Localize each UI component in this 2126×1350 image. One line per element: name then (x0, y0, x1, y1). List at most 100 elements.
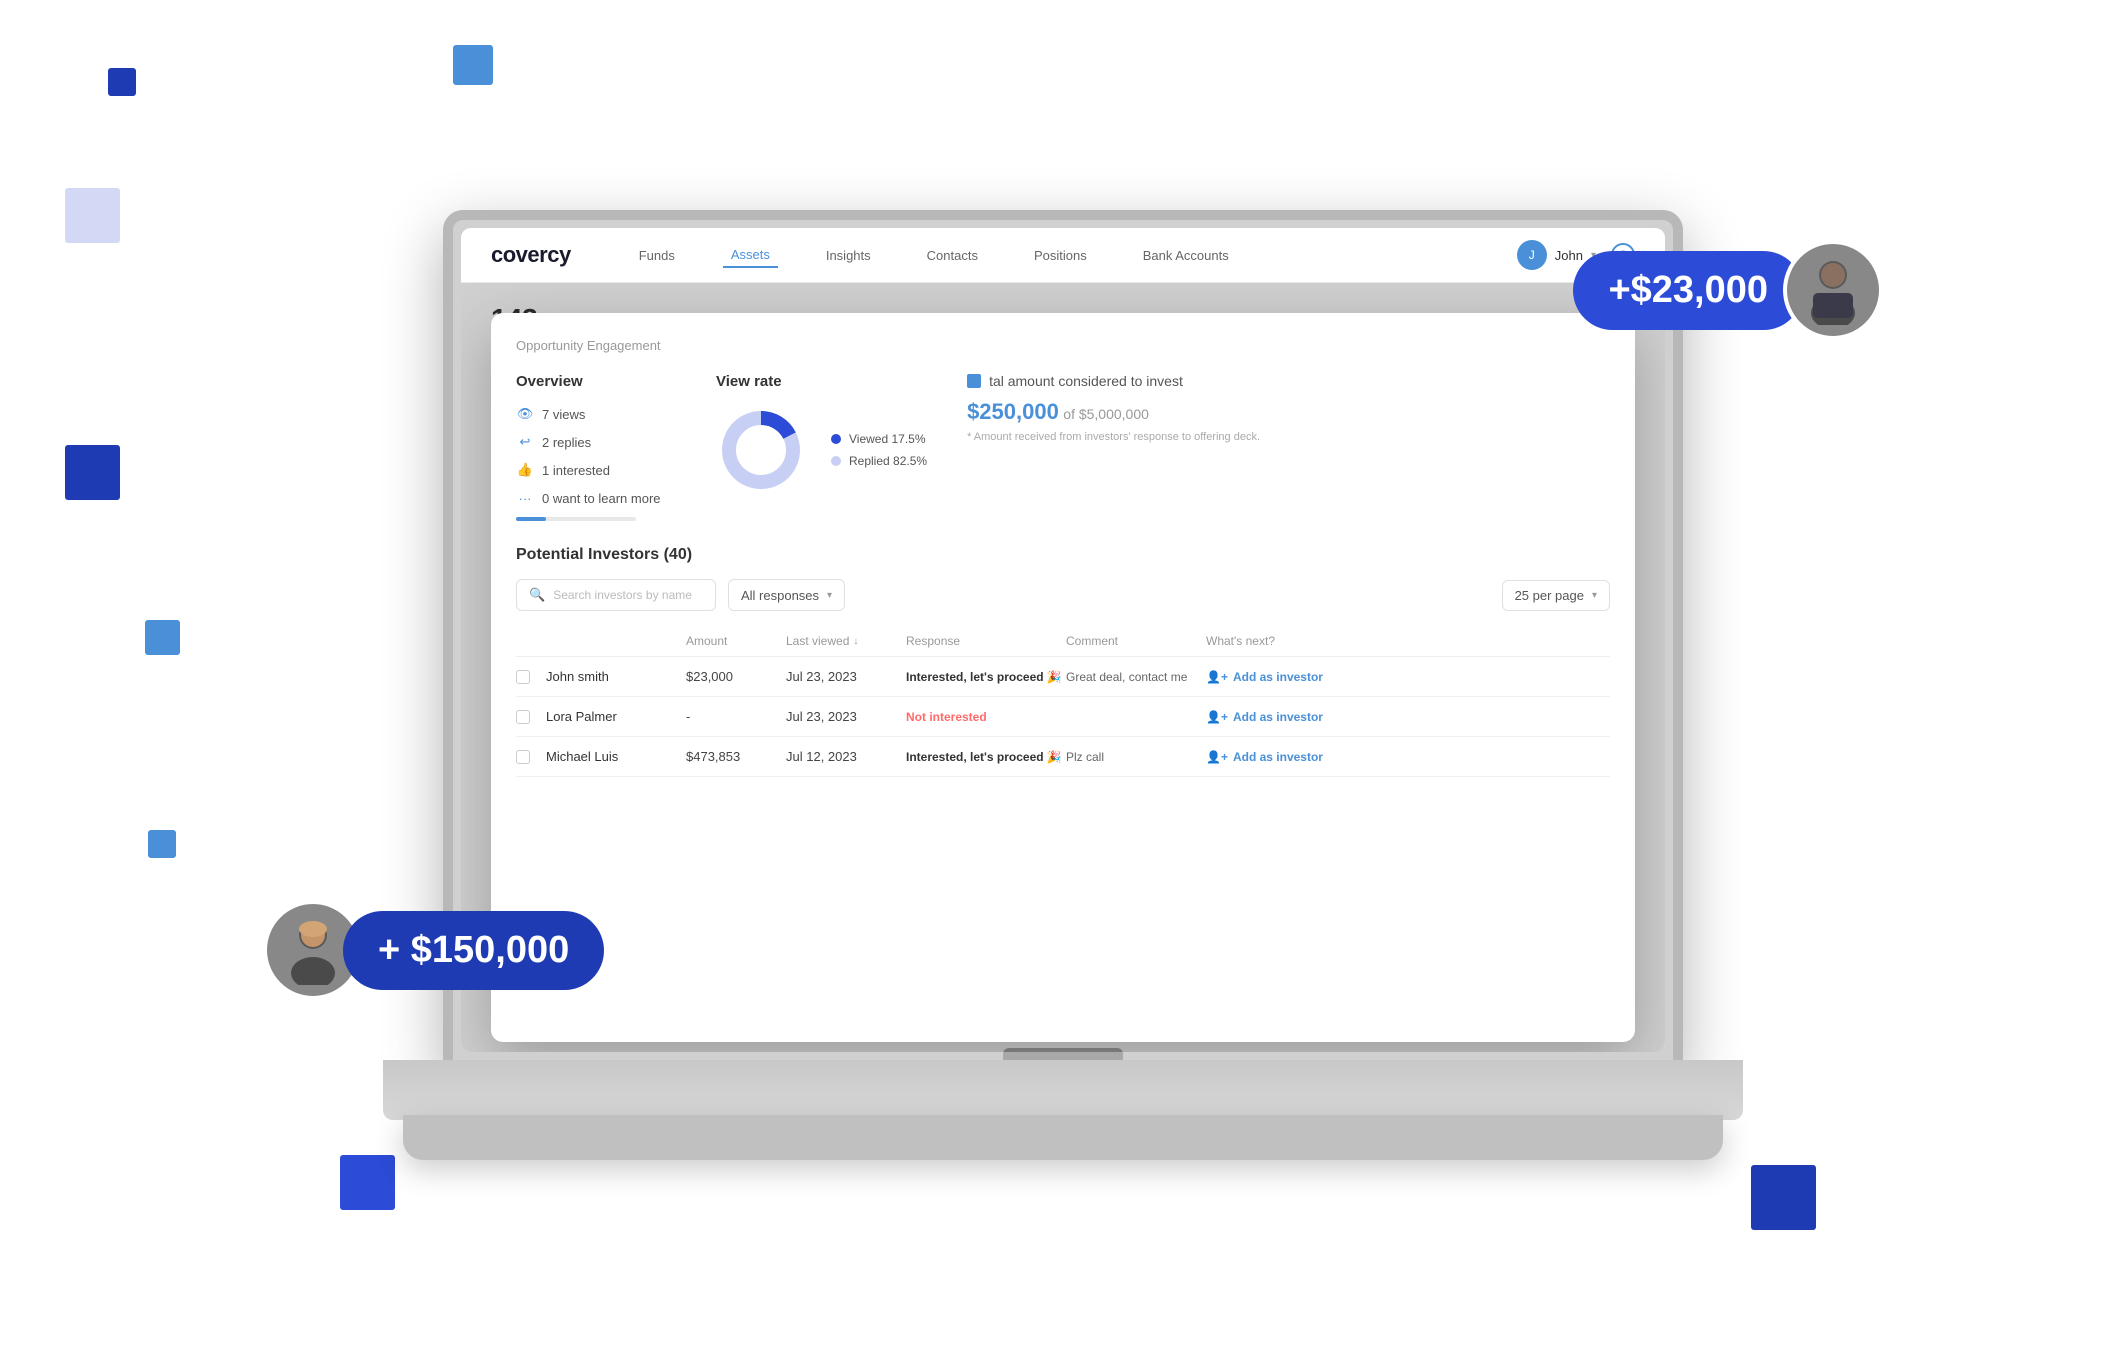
filter-dropdown[interactable]: All responses ▾ (728, 579, 845, 611)
overview-item-views: 👁 7 views (516, 405, 676, 423)
deco-square-3 (65, 188, 120, 243)
table-row: Lora Palmer - Jul 23, 2023 Not intereste… (516, 697, 1610, 737)
progress-bar-container (516, 517, 676, 521)
modal-title: Opportunity Engagement (516, 338, 1610, 353)
overview-interested-label: 1 interested (542, 463, 610, 478)
nav-link-funds[interactable]: Funds (631, 244, 683, 267)
row1-name: John smith (546, 669, 686, 684)
overview-learn-label: 0 want to learn more (542, 491, 661, 506)
col-amount: Amount (686, 634, 786, 648)
col-checkbox (516, 634, 546, 648)
per-page-chevron-icon: ▾ (1592, 590, 1597, 601)
row1-add-label: Add as investor (1233, 670, 1323, 684)
donut-chart (716, 405, 806, 495)
reply-icon: ↩ (516, 433, 534, 451)
row1-add-investor[interactable]: 👤+ Add as investor (1206, 670, 1366, 684)
nav-bar: covercy Funds Assets Insights Contacts P… (461, 228, 1665, 283)
table-row: Michael Luis $473,853 Jul 12, 2023 Inter… (516, 737, 1610, 777)
nav-link-assets[interactable]: Assets (723, 243, 778, 268)
engagement-modal: Opportunity Engagement Overview 👁 7 view… (491, 313, 1635, 1042)
laptop-foot (403, 1115, 1723, 1160)
eye-icon: 👁 (516, 405, 534, 423)
badge-right-pill: +$23,000 (1573, 251, 1803, 330)
legend-dot-viewed (831, 434, 841, 444)
overview-views-label: 7 views (542, 407, 585, 422)
per-page-label: 25 per page (1515, 588, 1584, 603)
progress-bar (516, 517, 636, 521)
total-title: tal amount considered to invest (967, 373, 1610, 389)
overview-item-learn: ··· 0 want to learn more (516, 489, 676, 507)
col-response: Response (906, 634, 1066, 648)
filter-label: All responses (741, 588, 819, 603)
row1-response: Interested, let's proceed 🎉 (906, 670, 1066, 684)
badge-left: + $150,000 (263, 900, 604, 1000)
laptop-body: covercy Funds Assets Insights Contacts P… (443, 210, 1683, 1070)
total-amount-value: $250,000 (967, 399, 1059, 424)
row2-name: Lora Palmer (546, 709, 686, 724)
nav-links: Funds Assets Insights Contacts Positions… (631, 243, 1517, 268)
overview-title: Overview (516, 373, 676, 390)
legend-viewed-label: Viewed 17.5% (849, 432, 926, 446)
add-icon: 👤+ (1206, 750, 1228, 764)
search-box[interactable]: 🔍 Search investors by name (516, 579, 716, 611)
total-icon-square (967, 374, 981, 388)
legend-replied: Replied 82.5% (831, 454, 927, 468)
nav-logo: covercy (491, 242, 571, 268)
donut-legend: Viewed 17.5% Replied 82.5% (831, 432, 927, 468)
table-controls: 🔍 Search investors by name All responses… (516, 579, 1610, 611)
row2-checkbox[interactable] (516, 710, 530, 724)
more-icon: ··· (516, 489, 534, 507)
add-icon: 👤+ (1206, 710, 1228, 724)
overview-section: Overview 👁 7 views ↩ 2 replies (516, 373, 676, 521)
table-header-row: Amount Last viewed ↓ Response Comment Wh… (516, 626, 1610, 657)
modal-sections: Overview 👁 7 views ↩ 2 replies (516, 373, 1610, 521)
badge-right: +$23,000 (1573, 240, 1883, 340)
legend-replied-label: Replied 82.5% (849, 454, 927, 468)
laptop-screen: covercy Funds Assets Insights Contacts P… (461, 228, 1665, 1052)
row2-amount: - (686, 709, 786, 724)
nav-link-positions[interactable]: Positions (1026, 244, 1095, 267)
nav-link-insights[interactable]: Insights (818, 244, 879, 267)
overview-replies-label: 2 replies (542, 435, 591, 450)
table-row: John smith $23,000 Jul 23, 2023 Interest… (516, 657, 1610, 697)
total-title-text: tal amount considered to invest (989, 373, 1183, 389)
add-icon: 👤+ (1206, 670, 1228, 684)
row1-last-viewed: Jul 23, 2023 (786, 669, 906, 684)
viewrate-title: View rate (716, 373, 927, 390)
progress-bar-fill (516, 517, 546, 521)
row2-add-investor[interactable]: 👤+ Add as investor (1206, 710, 1366, 724)
female-avatar-icon (278, 915, 348, 985)
search-placeholder: Search investors by name (553, 588, 692, 602)
nav-link-contacts[interactable]: Contacts (919, 244, 986, 267)
total-of-label: of $5,000,000 (1063, 406, 1149, 422)
badge-right-avatar (1783, 240, 1883, 340)
row3-add-investor[interactable]: 👤+ Add as investor (1206, 750, 1366, 764)
per-page-dropdown[interactable]: 25 per page ▾ (1502, 580, 1610, 611)
sort-icon: ↓ (853, 636, 858, 647)
total-note: * Amount received from investors' respon… (967, 431, 1610, 443)
row3-amount: $473,853 (686, 749, 786, 764)
deco-square-2 (453, 45, 493, 85)
row1-amount: $23,000 (686, 669, 786, 684)
row1-checkbox[interactable] (516, 670, 530, 684)
row3-comment: Plz call (1066, 750, 1206, 764)
viewrate-section: View rate (716, 373, 927, 521)
row2-add-label: Add as investor (1233, 710, 1323, 724)
row3-add-label: Add as investor (1233, 750, 1323, 764)
deco-square-9 (148, 830, 176, 858)
legend-dot-replied (831, 456, 841, 466)
row3-last-viewed: Jul 12, 2023 (786, 749, 906, 764)
male-avatar-icon (1798, 255, 1868, 325)
donut-wrapper: Viewed 17.5% Replied 82.5% (716, 405, 927, 495)
row3-checkbox[interactable] (516, 750, 530, 764)
overview-item-interested: 👍 1 interested (516, 461, 676, 479)
search-icon: 🔍 (529, 587, 545, 603)
table-controls-left: 🔍 Search investors by name All responses… (516, 579, 845, 611)
deco-square-1 (108, 68, 136, 96)
deco-square-5 (145, 620, 180, 655)
row2-last-viewed: Jul 23, 2023 (786, 709, 906, 724)
nav-link-bank-accounts[interactable]: Bank Accounts (1135, 244, 1237, 267)
thumbsup-icon: 👍 (516, 461, 534, 479)
legend-viewed: Viewed 17.5% (831, 432, 927, 446)
total-section: tal amount considered to invest $250,000… (967, 373, 1610, 521)
